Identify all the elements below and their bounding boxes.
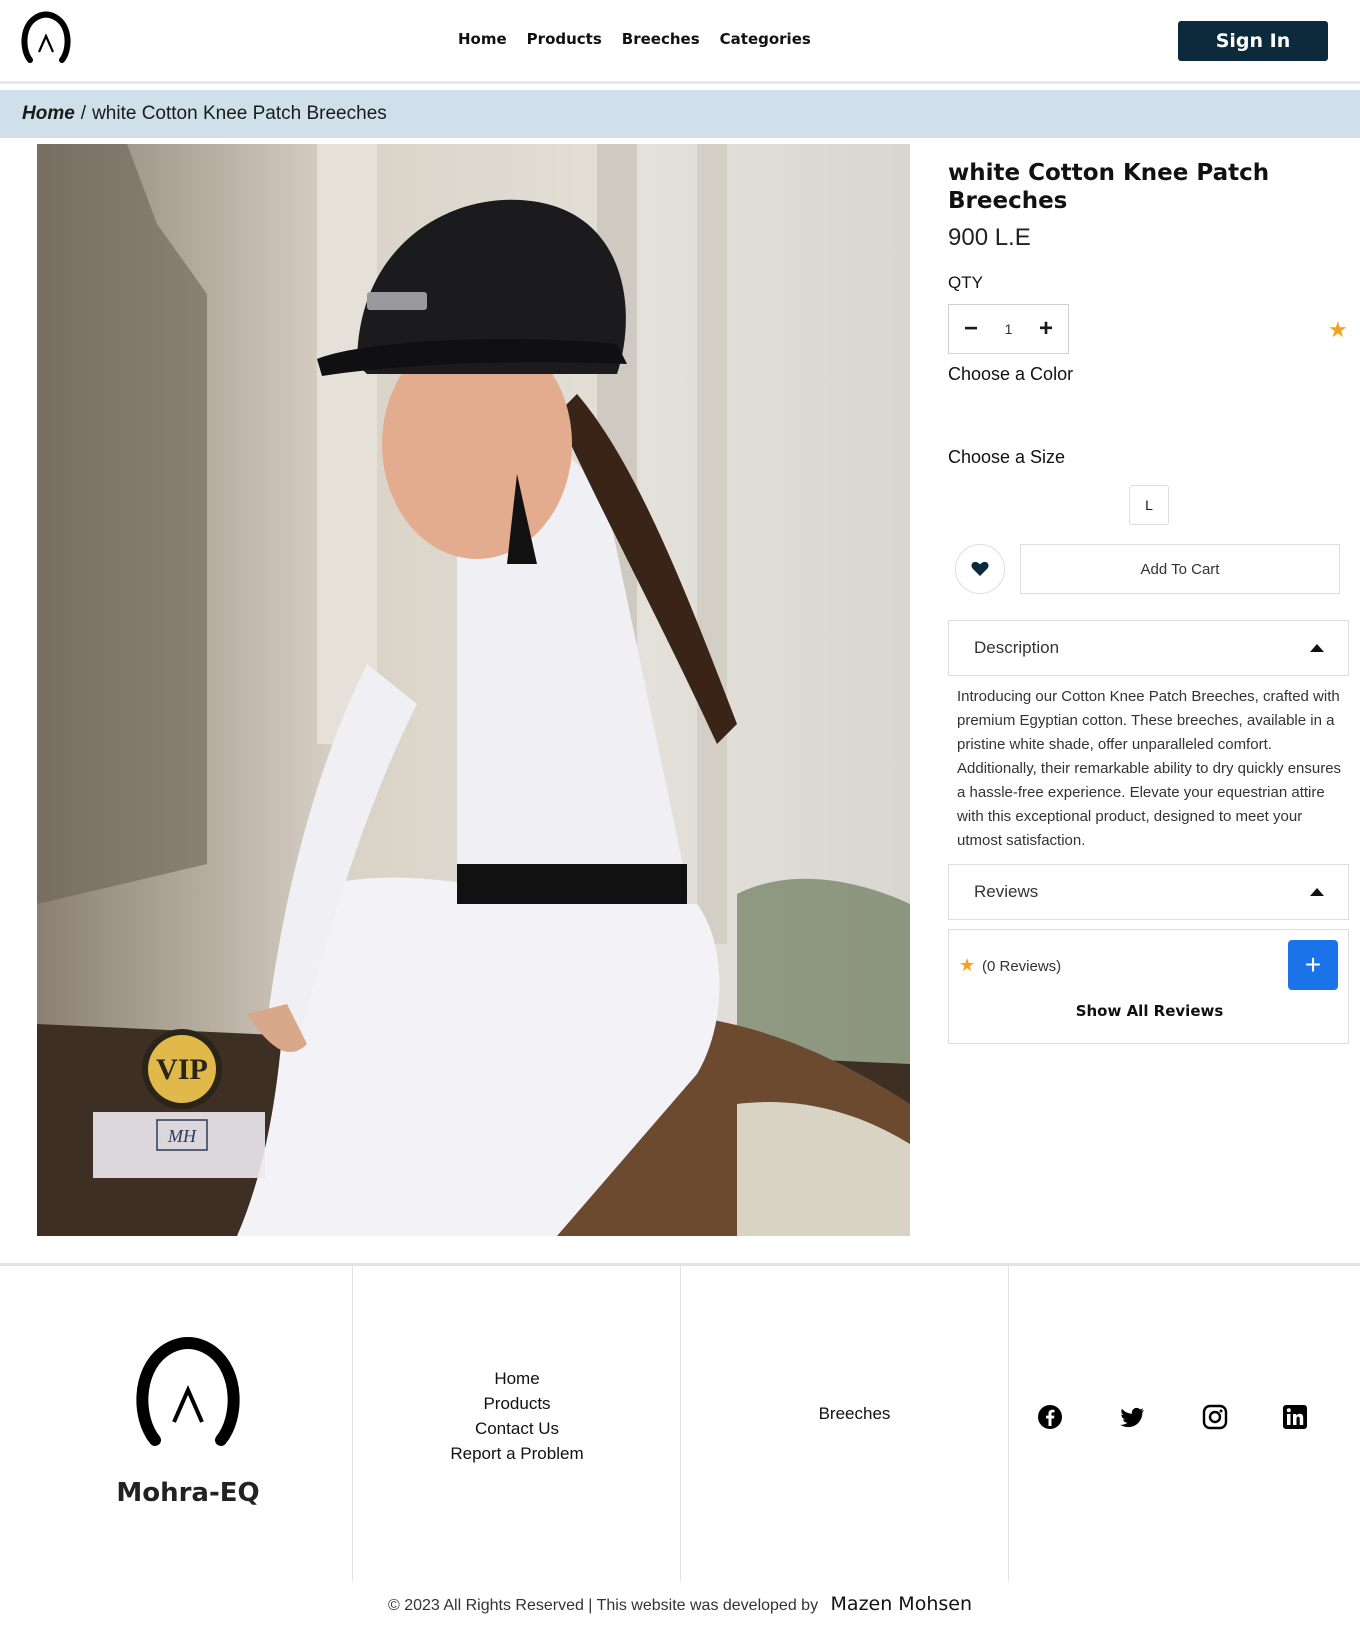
- product-price: 900 L.E: [948, 224, 1031, 251]
- breadcrumb-separator: /: [80, 103, 87, 124]
- star-icon: ★: [1328, 317, 1348, 342]
- copyright-text: © 2023 All Rights Reserved | This websit…: [387, 1597, 819, 1614]
- qty-increase-button[interactable]: +: [1036, 315, 1056, 343]
- nav-products[interactable]: Products: [527, 30, 602, 48]
- add-to-cart-button[interactable]: Add To Cart: [1020, 544, 1340, 594]
- qty-decrease-button[interactable]: −: [961, 315, 981, 343]
- reviews-header: Reviews: [974, 882, 1039, 901]
- logo-icon[interactable]: [20, 10, 72, 66]
- site-footer: Mohra-EQ Home Products Contact Us Report…: [0, 1263, 1360, 1626]
- svg-text:VIP: VIP: [156, 1053, 208, 1086]
- product-title: white Cotton Knee Patch Breeches: [948, 160, 1270, 214]
- twitter-icon[interactable]: [1120, 1404, 1146, 1430]
- description-accordion[interactable]: Description: [948, 620, 1349, 676]
- footer-category-column: Breeches: [681, 1266, 1009, 1581]
- show-all-reviews-link[interactable]: Show All Reviews: [949, 1002, 1350, 1020]
- footer-link-home[interactable]: Home: [353, 1366, 681, 1391]
- footer-link-contact[interactable]: Contact Us: [353, 1416, 681, 1441]
- main-nav: Home Products Breeches Categories: [458, 30, 811, 48]
- svg-text:MH: MH: [167, 1126, 197, 1146]
- reviews-accordion[interactable]: Reviews: [948, 864, 1349, 920]
- caret-up-icon: [1310, 888, 1324, 896]
- caret-up-icon: [1310, 644, 1324, 652]
- product-image: VIP MH: [37, 144, 910, 1236]
- logo-icon: [136, 1337, 240, 1446]
- reviews-count: (0 Reviews): [982, 958, 1062, 975]
- breadcrumb-current: white Cotton Knee Patch Breeches: [92, 103, 387, 124]
- description-header: Description: [974, 638, 1060, 657]
- description-text: Introducing our Cotton Knee Patch Breech…: [957, 688, 1342, 849]
- nav-home[interactable]: Home: [458, 30, 507, 48]
- star-icon: ★: [959, 955, 976, 975]
- copyright: © 2023 All Rights Reserved | This websit…: [0, 1593, 1360, 1615]
- footer-links: Home Products Contact Us Report a Proble…: [353, 1366, 681, 1466]
- wishlist-button[interactable]: [955, 544, 1005, 594]
- reviews-panel: ★ (0 Reviews) + Show All Reviews: [948, 929, 1349, 1044]
- footer-brand-column: Mohra-EQ: [0, 1266, 353, 1581]
- footer-link-products[interactable]: Products: [353, 1391, 681, 1416]
- sign-in-button[interactable]: Sign In: [1178, 21, 1328, 61]
- footer-brand-name: Mohra-EQ: [116, 1478, 260, 1508]
- footer-link-breeches[interactable]: Breeches: [681, 1404, 1028, 1424]
- add-review-button[interactable]: +: [1288, 940, 1338, 990]
- qty-value[interactable]: 1: [1005, 321, 1013, 337]
- footer-link-report[interactable]: Report a Problem: [353, 1441, 681, 1466]
- choose-size-label: Choose a Size: [948, 447, 1066, 467]
- facebook-icon[interactable]: [1037, 1404, 1063, 1430]
- size-option-l[interactable]: L: [1129, 485, 1169, 525]
- qty-label: QTY: [948, 273, 983, 292]
- instagram-icon[interactable]: [1202, 1404, 1228, 1430]
- choose-color-label: Choose a Color: [948, 364, 1074, 384]
- heart-icon: [971, 561, 989, 576]
- footer-links-column: Home Products Contact Us Report a Proble…: [353, 1266, 681, 1581]
- site-header: Home Products Breeches Categories Sign I…: [0, 0, 1360, 84]
- quantity-stepper: − 1 +: [948, 304, 1069, 354]
- nav-categories[interactable]: Categories: [720, 30, 811, 48]
- linkedin-icon[interactable]: [1282, 1404, 1308, 1430]
- developer-name[interactable]: Mazen Mohsen: [831, 1593, 972, 1615]
- nav-breeches[interactable]: Breeches: [622, 30, 700, 48]
- breadcrumb: Home / white Cotton Knee Patch Breeches: [0, 90, 1360, 138]
- breadcrumb-home[interactable]: Home: [22, 103, 75, 125]
